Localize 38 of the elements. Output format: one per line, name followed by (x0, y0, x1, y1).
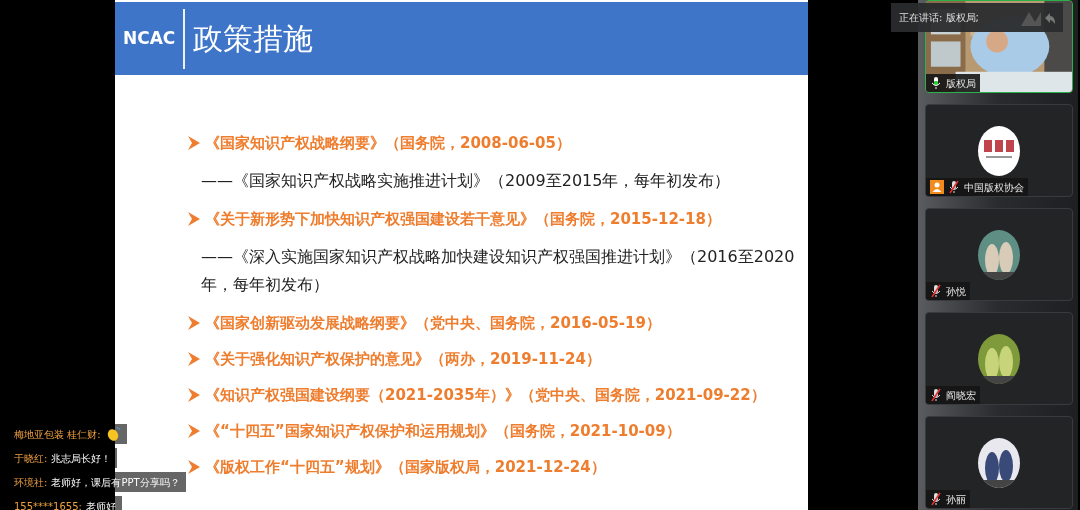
participant-name: 孙丽 (946, 492, 966, 507)
chat-sender: 梅地亚包装 桂仁财: (14, 427, 101, 442)
logo-icon (978, 125, 1020, 176)
policy-item: 《国家创新驱动发展战略纲要》（党中央、国务院，2016-05-19） (205, 313, 661, 334)
policy-item: 《关于新形势下加快知识产权强国建设若干意见》（国务院，2015-12-18） (205, 209, 721, 230)
muted-microphone-icon (948, 180, 960, 194)
policy-item: 《知识产权强国建设纲要（2021-2035年）》（党中央、国务院，2021-09-22） (205, 385, 766, 406)
participant-tile[interactable]: 中国版权协会 (925, 104, 1073, 197)
participant-name: 中国版权协会 (964, 180, 1024, 195)
slide-logo: NCAC (122, 26, 177, 50)
arrow-icon (187, 423, 201, 439)
arrow-icon (187, 211, 201, 227)
participant-name: 版权局 (946, 76, 976, 91)
muted-microphone-icon (930, 492, 942, 506)
chat-text: 兆志局长好！ (51, 451, 112, 466)
participant-tile[interactable]: 阎晓宏 (925, 312, 1073, 405)
policy-subitem: ——《国家知识产权战略实施推进计划》（2009至2015年，每年初发布） (200, 170, 732, 192)
muted-microphone-icon (930, 388, 942, 402)
chat-sender: 环境社: (14, 475, 48, 490)
policy-item: 《关于强化知识产权保护的意见》（两办，2019-11-24） (205, 349, 601, 370)
arrow-icon (187, 387, 201, 403)
arrow-icon (187, 315, 201, 331)
policy-item: 《“十四五”国家知识产权保护和运用规划》（国务院，2021-10-09） (205, 421, 681, 442)
microphone-icon (930, 76, 942, 90)
participant-name: 孙悦 (946, 284, 966, 299)
chat-sender: 155****1655: (14, 499, 82, 510)
policy-subitem: ——《深入实施国家知识产权战略加快建设知识产权强国推进计划》（2016至2020年，每年初发布） (200, 246, 796, 296)
arrow-icon (187, 351, 201, 367)
participant-tile[interactable]: 孙悦 (925, 208, 1073, 301)
participant-name: 阎晓宏 (946, 388, 976, 403)
participant-tile[interactable]: 孙丽 (925, 416, 1073, 509)
policy-item: 《国家知识产权战略纲要》（国务院，2008-06-05） (205, 133, 571, 154)
policy-item: 《版权工作“十四五”规划》（国家版权局，2021-12-24） (205, 457, 606, 478)
slide-title: 政策措施 (192, 20, 314, 58)
chat-sender: 于晓红: (14, 451, 48, 466)
muted-microphone-icon (930, 284, 942, 298)
arrow-icon (187, 459, 201, 475)
arrow-icon (187, 135, 201, 151)
